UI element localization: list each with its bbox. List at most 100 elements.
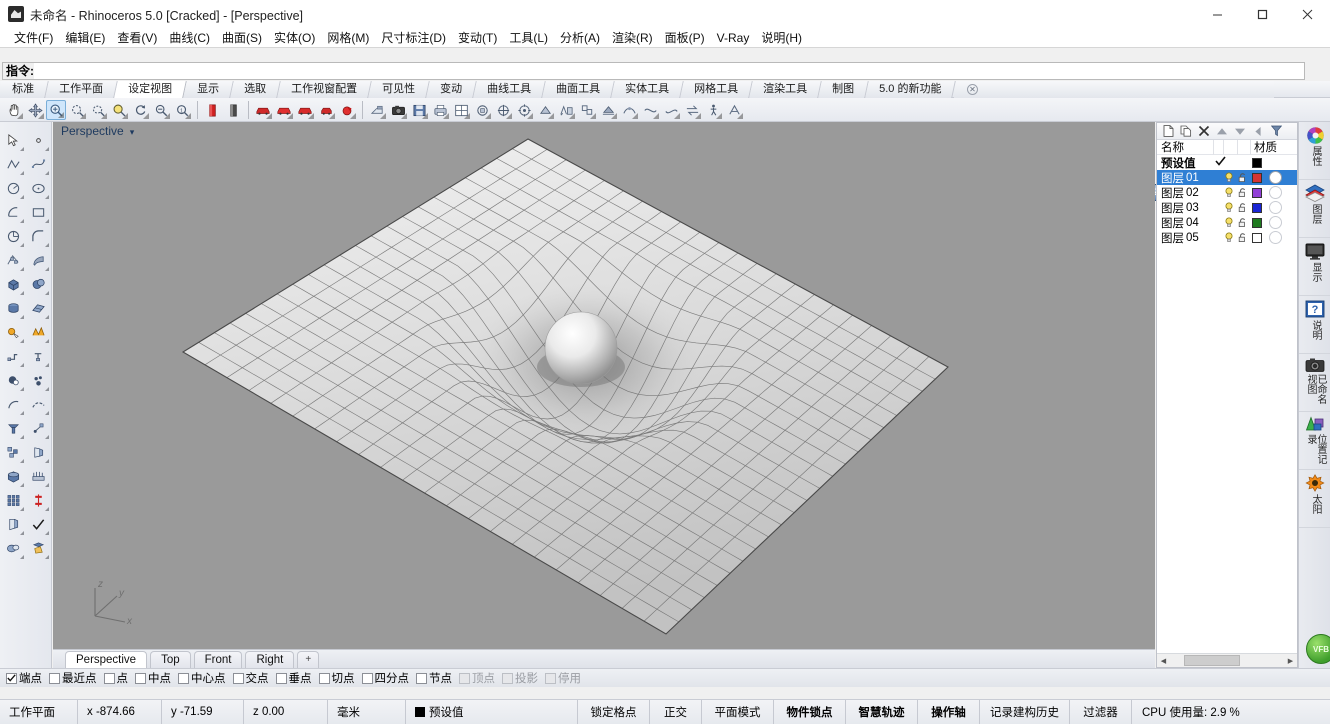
status-toggle-1[interactable]: 正交 — [650, 700, 702, 724]
toolbar-tab-9[interactable]: 曲面工具 — [542, 81, 615, 98]
layer-color-swatch[interactable] — [1252, 202, 1262, 213]
grid-array-icon[interactable] — [3, 490, 24, 511]
sidebar-tab-5[interactable]: 位置记录 — [1299, 412, 1330, 470]
set-view-front-icon[interactable] — [253, 100, 273, 120]
pan-icon[interactable] — [4, 100, 24, 120]
split-icon[interactable] — [28, 346, 49, 367]
osnap-9[interactable]: 节点 — [416, 670, 452, 686]
toolbar-tab-3[interactable]: 显示 — [183, 81, 234, 98]
arc-icon[interactable] — [3, 202, 24, 223]
layer-color-swatch[interactable] — [1252, 157, 1262, 168]
toolbar-tab-4[interactable]: 选取 — [230, 81, 281, 98]
osnap-checkbox[interactable] — [545, 672, 556, 684]
ellipse-icon[interactable] — [28, 178, 49, 199]
shade-view-icon[interactable] — [202, 100, 222, 120]
menu-item-14[interactable]: 说明(H) — [755, 29, 808, 47]
mirror-icon[interactable] — [3, 538, 24, 559]
toolbar-tab-0[interactable]: 标准 — [0, 81, 49, 98]
layer-row[interactable]: 图层 05 — [1157, 230, 1297, 245]
rendered-icon[interactable] — [619, 100, 639, 120]
layer-visibility-bulb-icon[interactable] — [1224, 187, 1234, 198]
toolbar-tab-11[interactable]: 网格工具 — [680, 81, 753, 98]
menu-item-13[interactable]: V-Ray — [711, 29, 756, 47]
delete-layer-icon[interactable] — [1198, 125, 1210, 137]
osnap-checkbox[interactable] — [178, 672, 189, 684]
fillet-curve-icon[interactable] — [28, 226, 49, 247]
toolbar-tab-13[interactable]: 制图 — [818, 81, 869, 98]
osnap-6[interactable]: 垂点 — [275, 670, 312, 686]
menu-item-3[interactable]: 曲线(C) — [163, 29, 216, 47]
viewport-label[interactable]: Perspective ▾ — [59, 124, 136, 138]
camera-icon[interactable] — [388, 100, 408, 120]
layer-material-swatch[interactable] — [1269, 231, 1282, 244]
layer-visibility-bulb-icon[interactable] — [1224, 232, 1234, 243]
toolbar-tab-5[interactable]: 工作视窗配置 — [277, 81, 372, 98]
four-view-icon[interactable] — [451, 100, 471, 120]
status-toggle-7[interactable]: 过滤器 — [1070, 700, 1132, 724]
zoom-extents-icon[interactable] — [67, 100, 87, 120]
layer-row[interactable]: 图层 03 — [1157, 200, 1297, 215]
maximize-view-icon[interactable] — [472, 100, 492, 120]
sidebar-tab-2[interactable]: 显示 — [1299, 238, 1330, 296]
offset-curve-icon[interactable] — [28, 394, 49, 415]
sidebar-tab-4[interactable]: 已命名视图 — [1299, 354, 1330, 412]
toolbar-tab-6[interactable]: 可见性 — [368, 81, 430, 98]
osnap-checkbox[interactable] — [49, 672, 60, 684]
pie-icon[interactable] — [3, 226, 24, 247]
shear-icon[interactable] — [28, 466, 49, 487]
menu-item-11[interactable]: 渲染(R) — [606, 29, 659, 47]
osnap-8[interactable]: 四分点 — [361, 670, 409, 686]
layer-visibility-bulb-icon[interactable] — [1224, 172, 1234, 183]
status-toggle-4[interactable]: 智慧轨迹 — [846, 700, 918, 724]
status-layer[interactable]: 预设值 — [406, 700, 578, 724]
analyze-icon[interactable] — [28, 490, 49, 511]
zoom-dynamic-icon[interactable] — [109, 100, 129, 120]
target-view-icon[interactable] — [514, 100, 534, 120]
back-arrow-icon[interactable] — [1252, 125, 1264, 137]
rotate-view-icon[interactable] — [130, 100, 150, 120]
rectangle-icon[interactable] — [28, 202, 49, 223]
plan-view-icon[interactable] — [535, 100, 555, 120]
viewport-tab-perspective[interactable]: Perspective — [65, 651, 148, 668]
layer-lock-icon[interactable] — [1238, 187, 1248, 198]
layer-visibility-bulb-icon[interactable] — [1224, 202, 1234, 213]
tilt-view-icon[interactable] — [493, 100, 513, 120]
osnap-checkbox[interactable] — [135, 672, 146, 684]
osnap-checkbox[interactable] — [318, 672, 330, 684]
set-view-right-icon[interactable] — [316, 100, 336, 120]
menu-item-2[interactable]: 查看(V) — [111, 29, 163, 47]
menu-item-6[interactable]: 网格(M) — [321, 29, 375, 47]
osnap-2[interactable]: 点 — [103, 670, 128, 686]
layer-color-swatch[interactable] — [1252, 217, 1262, 228]
render-view-icon[interactable] — [223, 100, 243, 120]
fillet-icon[interactable] — [3, 370, 24, 391]
viewport-tab-right[interactable]: Right — [245, 651, 295, 668]
osnap-11[interactable]: 投影 — [502, 670, 538, 686]
cap-icon[interactable] — [3, 466, 24, 487]
set-view-back-icon[interactable] — [274, 100, 294, 120]
osnap-checkbox[interactable] — [103, 672, 115, 684]
control-point-curve-icon[interactable] — [28, 154, 49, 175]
layer-row[interactable]: 预设值 — [1157, 155, 1297, 170]
menu-item-8[interactable]: 变动(T) — [452, 29, 503, 47]
sidebar-tab-1[interactable]: 图层 — [1299, 180, 1330, 238]
osnap-10[interactable]: 顶点 — [459, 670, 495, 686]
sidebar-tab-6[interactable]: 太阳 — [1299, 470, 1330, 528]
surface-from-curves-icon[interactable] — [3, 250, 24, 271]
status-toggle-6[interactable]: 记录建构历史 — [980, 700, 1070, 724]
osnap-7[interactable]: 切点 — [318, 670, 355, 686]
project-icon[interactable] — [28, 418, 49, 439]
tabstrip-close-icon[interactable]: ✕ — [967, 84, 978, 95]
dim-leader-icon[interactable] — [28, 442, 49, 463]
toolbar-tab-2[interactable]: 设定视图 — [114, 81, 187, 98]
polyline-icon[interactable] — [3, 154, 24, 175]
revolve-icon[interactable] — [28, 250, 49, 271]
boolean-union-icon[interactable] — [3, 322, 24, 343]
layer-lock-icon[interactable] — [1238, 232, 1248, 243]
extrude-icon[interactable] — [3, 418, 24, 439]
scroll-left-icon[interactable]: ◀ — [1157, 654, 1170, 667]
minimize-button[interactable] — [1195, 0, 1240, 28]
status-toggle-0[interactable]: 锁定格点 — [578, 700, 650, 724]
check-icon[interactable] — [28, 514, 49, 535]
menu-item-9[interactable]: 工具(L) — [503, 29, 554, 47]
